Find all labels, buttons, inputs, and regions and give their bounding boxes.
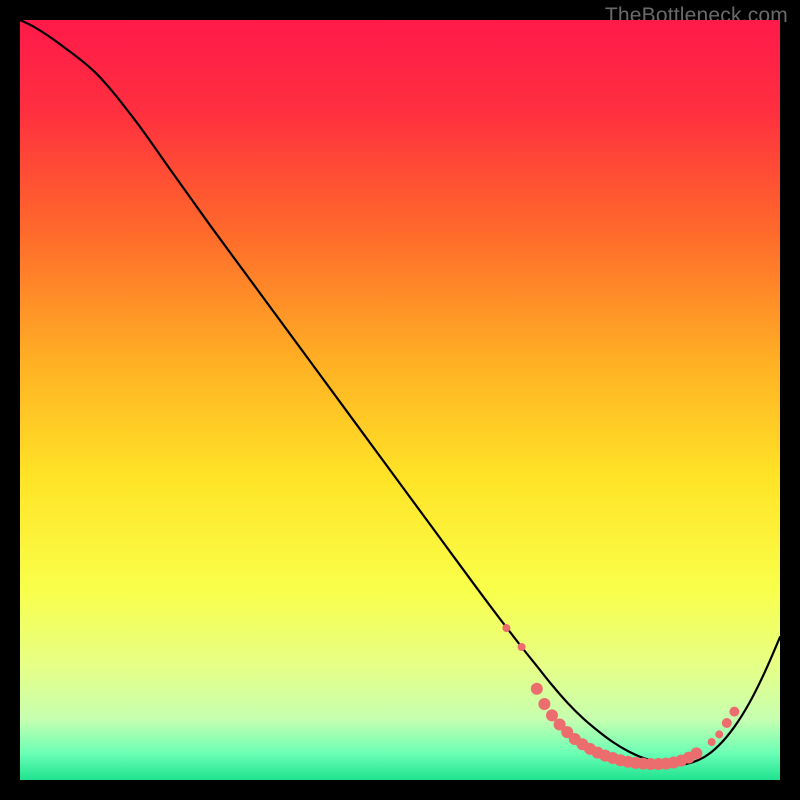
chart-svg	[20, 20, 780, 780]
marker-dot	[531, 683, 543, 695]
marker-dot	[690, 747, 702, 759]
marker-dot	[538, 698, 550, 710]
marker-dot	[518, 643, 526, 651]
plot-background	[20, 20, 780, 780]
marker-dot	[502, 624, 510, 632]
marker-dot	[729, 707, 739, 717]
marker-dot	[722, 718, 732, 728]
chart-stage: TheBottleneck.com	[0, 0, 800, 800]
marker-dot	[708, 738, 716, 746]
marker-dot	[715, 730, 723, 738]
